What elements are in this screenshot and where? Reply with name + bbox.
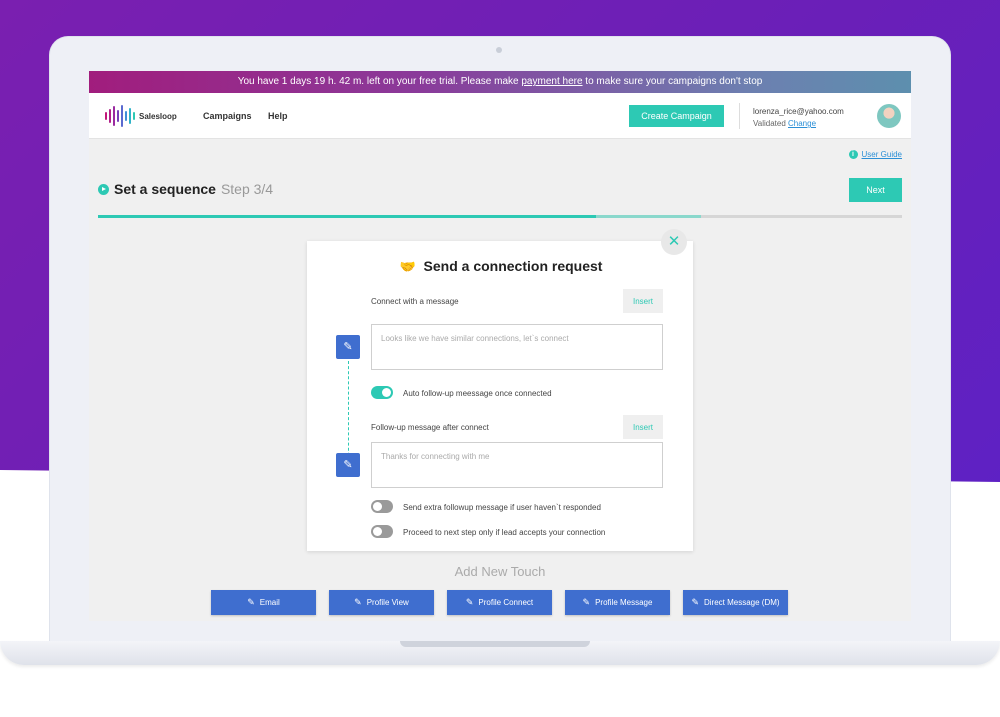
insert-button-followup[interactable]: Insert bbox=[623, 415, 663, 439]
header-divider bbox=[739, 103, 740, 129]
app-header: Salesloop Campaigns Help Create Campaign… bbox=[89, 93, 911, 139]
user-guide-link[interactable]: i User Guide bbox=[848, 150, 902, 159]
handshake-icon: 🤝 bbox=[399, 259, 416, 274]
sequence-title: Set a sequence bbox=[114, 181, 216, 197]
card-title: 🤝 Send a connection request bbox=[307, 258, 693, 275]
touch-direct-message-button[interactable]: ✎ Direct Message (DM) bbox=[683, 590, 788, 615]
next-button[interactable]: Next bbox=[849, 178, 902, 202]
pencil-icon[interactable]: ✎ bbox=[336, 335, 360, 359]
close-icon[interactable]: ✕ bbox=[661, 229, 687, 255]
add-new-touch-title: Add New Touch bbox=[454, 564, 546, 579]
proceed-label: Proceed to next step only if lead accept… bbox=[403, 528, 606, 537]
touch-direct-message-label: Direct Message (DM) bbox=[703, 598, 780, 607]
trial-banner-text-end: to make sure your campaigns don't stop bbox=[582, 76, 763, 87]
pencil-icon-followup[interactable]: ✎ bbox=[336, 453, 360, 477]
nav-campaigns[interactable]: Campaigns bbox=[203, 111, 252, 121]
extra-followup-toggle[interactable] bbox=[371, 500, 393, 513]
trial-banner: You have 1 days 19 h. 42 m. left on your… bbox=[89, 71, 911, 93]
touch-profile-view-button[interactable]: ✎ Profile View bbox=[329, 590, 434, 615]
avatar[interactable] bbox=[877, 104, 901, 128]
play-icon bbox=[98, 183, 109, 195]
touch-profile-connect-button[interactable]: ✎ Profile Connect bbox=[447, 590, 552, 615]
touch-profile-view-label: Profile View bbox=[366, 598, 409, 607]
touch-profile-connect-label: Profile Connect bbox=[478, 598, 534, 607]
pencil-icon: ✎ bbox=[691, 597, 699, 607]
page-title: Set a sequence Step 3/4 bbox=[98, 181, 273, 197]
sequence-connector-line bbox=[348, 361, 349, 466]
connect-message-label: Connect with a message bbox=[371, 297, 459, 306]
followup-message-input[interactable] bbox=[371, 442, 663, 488]
pencil-icon: ✎ bbox=[354, 597, 362, 607]
insert-button-connect[interactable]: Insert bbox=[623, 289, 663, 313]
progress-bar bbox=[98, 215, 902, 218]
followup-message-label: Follow-up message after connect bbox=[371, 423, 489, 432]
info-icon: i bbox=[848, 150, 858, 159]
proceed-toggle[interactable] bbox=[371, 525, 393, 538]
pencil-icon: ✎ bbox=[247, 597, 255, 607]
user-status: Validated Change bbox=[753, 119, 816, 128]
laptop-notch bbox=[400, 641, 590, 647]
touch-email-button[interactable]: ✎ Email bbox=[211, 590, 316, 615]
payment-link[interactable]: payment here bbox=[521, 76, 582, 87]
nav-help[interactable]: Help bbox=[268, 111, 288, 121]
auto-followup-label: Auto follow-up meessage once connected bbox=[403, 389, 552, 398]
logo[interactable]: Salesloop bbox=[105, 105, 177, 127]
extra-followup-label: Send extra followup message if user have… bbox=[403, 503, 601, 512]
webcam-dot bbox=[496, 47, 502, 53]
touch-profile-message-button[interactable]: ✎ Profile Message bbox=[565, 590, 670, 615]
logo-icon bbox=[105, 105, 135, 127]
pencil-icon: ✎ bbox=[465, 597, 474, 607]
connect-message-input[interactable] bbox=[371, 324, 663, 370]
create-campaign-button[interactable]: Create Campaign bbox=[629, 105, 724, 127]
user-guide-label: User Guide bbox=[861, 150, 902, 159]
auto-followup-toggle[interactable] bbox=[371, 386, 393, 399]
touch-profile-message-label: Profile Message bbox=[595, 598, 653, 607]
trial-banner-text: You have 1 days 19 h. 42 m. left on your… bbox=[237, 76, 522, 87]
validated-text: Validated bbox=[753, 119, 786, 128]
card-title-text: Send a connection request bbox=[423, 258, 603, 274]
connection-request-card: ✕ 🤝 Send a connection request Connect wit… bbox=[307, 229, 693, 551]
change-link[interactable]: Change bbox=[788, 119, 816, 128]
pencil-icon: ✎ bbox=[582, 597, 591, 607]
logo-text: Salesloop bbox=[139, 111, 177, 121]
sequence-step: Step 3/4 bbox=[220, 181, 274, 197]
progress-fill bbox=[98, 215, 597, 218]
app-screen: You have 1 days 19 h. 42 m. left on your… bbox=[89, 71, 911, 621]
user-email: lorenza_rice@yahoo.com bbox=[753, 107, 844, 116]
touch-email-label: Email bbox=[259, 598, 280, 607]
